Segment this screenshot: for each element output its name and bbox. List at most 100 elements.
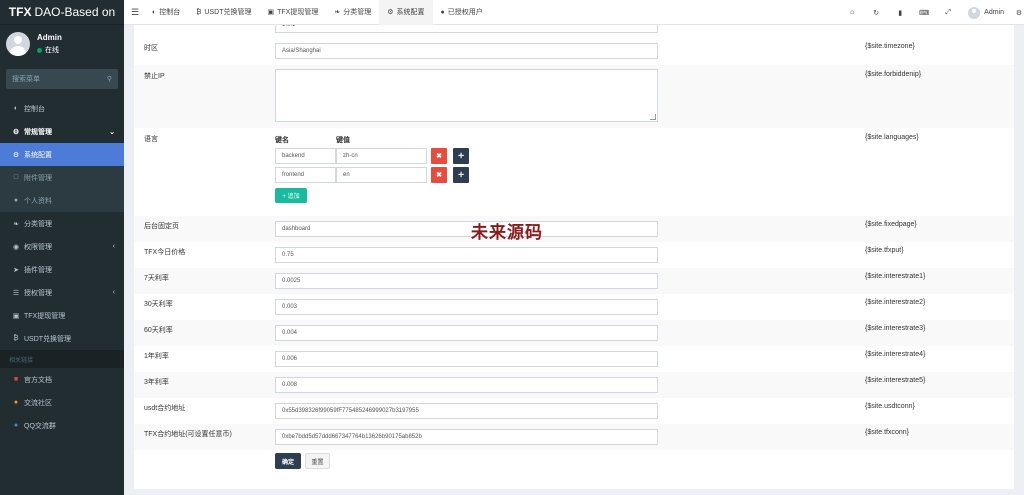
sidebar-item-label: 交流社区 — [24, 399, 52, 407]
translate-icon[interactable]: ⌨ — [912, 9, 936, 17]
card-icon: ▣ — [267, 9, 275, 16]
search-placeholder: 搜索菜单 — [12, 76, 40, 83]
language-key-input[interactable]: frontend — [275, 167, 336, 183]
row-label: TFX合约地址(可设置任意币) — [144, 431, 232, 438]
watermark: 未来源码 — [471, 223, 543, 243]
move-icon[interactable]: ✛ — [453, 148, 469, 164]
sidebar-item-profile[interactable]: ● 个人资料 — [0, 189, 124, 212]
tab-usdt-exchange[interactable]: ₿ USDT兑换管理 — [188, 0, 259, 25]
append-button[interactable]: + 追加 — [275, 188, 307, 203]
interestrate5-input[interactable]: 0.008 — [275, 377, 658, 393]
forbiddenip-textarea[interactable] — [275, 69, 658, 122]
row-label: 1年利率 — [144, 353, 169, 360]
chevron-left-icon: ‹ — [112, 289, 115, 296]
sidebar-item-usdt-exchange[interactable]: ₿ USDT兑换管理 — [0, 327, 124, 350]
sidebar-search-input[interactable]: 搜索菜单 ⚲ — [6, 69, 118, 89]
tab-config[interactable]: ⚙ 系统配置 — [379, 0, 433, 25]
language-value-input[interactable]: en — [336, 167, 427, 183]
version-input[interactable]: 1.0.1 — [275, 25, 658, 33]
interestrate4-input[interactable]: 0.006 — [275, 351, 658, 367]
row-label: 3年利率 — [144, 379, 169, 386]
move-icon[interactable]: ✛ — [453, 167, 469, 183]
user-status: 在线 — [37, 45, 62, 55]
fullscreen-icon[interactable]: ⤢ — [936, 9, 960, 17]
chevron-down-icon: ⌄ — [109, 128, 115, 136]
row-interestrate4: 1年利率 0.006 {$site.interestrate4} — [134, 346, 1014, 372]
chevron-left-icon: ‹ — [112, 243, 115, 250]
usdtconn-input[interactable]: 0x55d398326f99059fF775485246999027b31979… — [275, 403, 658, 419]
logo[interactable]: TFX DAO-Based on — [0, 0, 124, 25]
sidebar-item-authorize[interactable]: ☰ 授权管理 ‹ — [0, 281, 124, 304]
language-value-input[interactable]: zh-cn — [336, 148, 427, 164]
sidebar-item-config[interactable]: ⚙ 系统配置 — [0, 143, 124, 166]
trash-icon[interactable]: ▮ — [888, 9, 912, 17]
interestrate1-input[interactable]: 0.0025 — [275, 273, 658, 289]
gear-icon[interactable]: ⚙ — [1014, 9, 1024, 17]
row-label: 7天利率 — [144, 275, 169, 282]
menu-toggle-icon[interactable]: ☰ — [126, 7, 144, 18]
tab-tfx-withdraw[interactable]: ▣ TFX提现管理 — [259, 0, 326, 25]
tab-authorized-users[interactable]: ● 已授权用户 — [433, 0, 491, 25]
home-icon[interactable]: ⌂ — [840, 9, 864, 16]
fixedpage-input[interactable]: dashboard — [275, 221, 658, 237]
sidebar-link-docs[interactable]: ■ 官方文档 — [0, 368, 124, 391]
sidebar-item-general[interactable]: ⚙ 常规管理 ⌄ — [0, 120, 124, 143]
interestrate3-input[interactable]: 0.004 — [275, 325, 658, 341]
row-timezone: 时区 Asia/Shanghai {$site.timezone} — [134, 37, 1014, 65]
tab-label: 控制台 — [159, 9, 181, 16]
row-label: usdt合约地址 — [144, 405, 186, 412]
book-icon: ■ — [13, 376, 19, 383]
config-panel: 1.0.1 时区 Asia/Shanghai {$site.timezone} … — [134, 25, 1014, 489]
language-key-input[interactable]: backend — [275, 148, 336, 164]
sidebar-item-addon[interactable]: ➤ 插件管理 — [0, 258, 124, 281]
sidebar-item-category[interactable]: ❧ 分类管理 — [0, 212, 124, 235]
sidebar-item-label: TFX提现管理 — [24, 312, 66, 320]
row-var: {$site.timezone} — [865, 43, 915, 50]
sidebar-item-label: 权限管理 — [24, 243, 52, 251]
tab-dashboard[interactable]: ◐ 控制台 — [144, 0, 188, 25]
top-avatar[interactable] — [968, 6, 981, 19]
sidebar-link-community[interactable]: ● 交流社区 — [0, 391, 124, 414]
bitcoin-icon: ₿ — [196, 8, 202, 16]
row-label: 60天利率 — [144, 327, 173, 334]
row-var: {$site.languages} — [865, 134, 919, 141]
row-var: {$site.interestrate3} — [865, 325, 926, 332]
avatar — [6, 32, 30, 56]
topbar-right: ⌂ ↻ ▮ ⌨ ⤢ Admin ⚙ — [840, 0, 1024, 25]
leaf-icon: ❧ — [334, 9, 341, 16]
timezone-input[interactable]: Asia/Shanghai — [275, 43, 658, 59]
interestrate2-input[interactable]: 0.003 — [275, 299, 658, 315]
user-icon: ● — [440, 8, 445, 16]
dashboard-icon: ◐ — [152, 8, 157, 16]
remove-icon[interactable]: ✖ — [431, 148, 447, 164]
search-icon[interactable]: ⚲ — [107, 75, 112, 83]
row-label: 语言 — [144, 136, 158, 143]
tab-category[interactable]: ❧ 分类管理 — [326, 0, 379, 25]
top-user-name[interactable]: Admin — [984, 9, 1004, 16]
leaf-icon: ❧ — [13, 220, 19, 228]
remove-icon[interactable]: ✖ — [431, 167, 447, 183]
list-icon: ☰ — [12, 289, 20, 297]
sidebar-item-attachment[interactable]: □ 附件管理 — [0, 166, 124, 189]
sidebar-item-dashboard[interactable]: ◐ 控制台 — [0, 97, 124, 120]
user-name: Admin — [37, 33, 62, 42]
logo-text: DAO-Based on — [34, 5, 116, 19]
sidebar-item-tfx-withdraw[interactable]: ▣ TFX提现管理 — [0, 304, 124, 327]
group-icon: ◉ — [12, 243, 20, 251]
row-languages: 语言 键名 键值 backend zh-cn ✖ ✛ frontend en ✖… — [134, 128, 1014, 216]
row-interestrate3: 60天利率 0.004 {$site.interestrate3} — [134, 320, 1014, 346]
content-area: 1.0.1 时区 Asia/Shanghai {$site.timezone} … — [124, 25, 1024, 495]
reset-button[interactable]: 重置 — [305, 453, 330, 469]
tab-label: 系统配置 — [396, 9, 425, 16]
refresh-icon[interactable]: ↻ — [864, 9, 888, 17]
logo-bold: TFX — [8, 5, 32, 19]
topbar: ☰ ◐ 控制台 ₿ USDT兑换管理 ▣ TFX提现管理 ❧ 分类管理 ⚙ 系统… — [124, 0, 1024, 25]
submit-button[interactable]: 确定 — [275, 453, 301, 469]
row-var: {$site.interestrate4} — [865, 351, 926, 358]
sidebar-link-qq[interactable]: ● QQ交流群 — [0, 414, 124, 437]
tfxconn-input[interactable]: 0xbe7bdd5d57ddd667347764b13626b90175ab85… — [275, 429, 658, 445]
row-interestrate5: 3年利率 0.008 {$site.interestrate5} — [134, 372, 1014, 398]
tfxput-input[interactable]: 0.75 — [275, 247, 658, 263]
sidebar-item-auth[interactable]: ◉ 权限管理 ‹ — [0, 235, 124, 258]
cogs-icon: ⚙ — [12, 128, 20, 136]
